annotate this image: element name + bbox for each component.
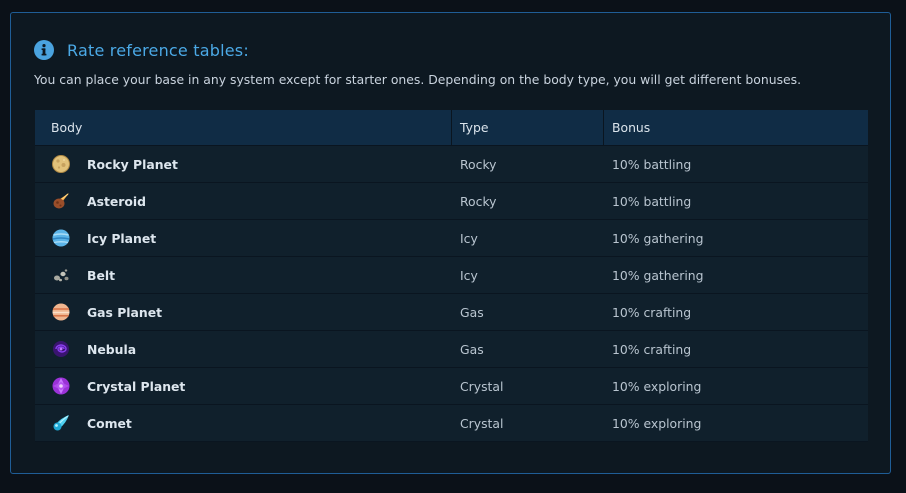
bonus-cell: 10% gathering (612, 267, 704, 283)
body-name: Nebula (87, 341, 137, 357)
table-row-rocky-planet: Rocky Planet Rocky 10% battling (35, 146, 868, 183)
table-header: Body Type Bonus (35, 110, 868, 146)
bonus-cell: 10% crafting (612, 304, 692, 320)
bonus-cell: 10% battling (612, 193, 692, 209)
type-cell: Rocky (460, 193, 497, 209)
table-body: Rocky Planet Rocky 10% battling Asteroid… (35, 146, 868, 442)
column-header-bonus: Bonus (612, 120, 651, 135)
bonus-cell: 10% gathering (612, 230, 704, 246)
body-cell: Belt (35, 257, 452, 293)
bonus-cell: 10% battling (612, 156, 692, 172)
belt-icon (51, 265, 71, 285)
gas-planet-icon (51, 302, 71, 322)
body-cell: Asteroid (35, 183, 452, 219)
rocky-planet-icon (51, 154, 71, 174)
rate-reference-panel: Rate reference tables: You can place you… (10, 12, 891, 474)
column-header-type: Type (452, 110, 604, 145)
bonus-cell: 10% crafting (612, 341, 692, 357)
table-row-crystal-planet: Crystal Planet Crystal 10% exploring (35, 368, 868, 405)
table-row-belt: Belt Icy 10% gathering (35, 257, 868, 294)
body-cell: Rocky Planet (35, 146, 452, 182)
rate-table: Body Type Bonus Rocky Planet Rocky 10% b… (35, 110, 868, 442)
column-header-body: Body (35, 110, 452, 145)
body-name: Crystal Planet (87, 378, 186, 394)
info-icon (34, 40, 54, 60)
type-cell: Gas (460, 341, 484, 357)
table-row-gas-planet: Gas Planet Gas 10% crafting (35, 294, 868, 331)
table-row-nebula: Nebula Gas 10% crafting (35, 331, 868, 368)
table-row-icy-planet: Icy Planet Icy 10% gathering (35, 220, 868, 257)
panel-title: Rate reference tables: (67, 40, 249, 60)
body-name: Rocky Planet (87, 156, 178, 172)
type-cell: Crystal (460, 415, 504, 431)
table-row-asteroid: Asteroid Rocky 10% battling (35, 183, 868, 220)
icy-planet-icon (51, 228, 71, 248)
type-cell: Crystal (460, 378, 504, 394)
body-name: Comet (87, 415, 132, 431)
body-name: Icy Planet (87, 230, 157, 246)
body-cell: Icy Planet (35, 220, 452, 256)
body-name: Asteroid (87, 193, 147, 209)
table-row-comet: Comet Crystal 10% exploring (35, 405, 868, 442)
bonus-cell: 10% exploring (612, 378, 702, 394)
body-name: Gas Planet (87, 304, 163, 320)
body-cell: Gas Planet (35, 294, 452, 330)
type-cell: Icy (460, 267, 478, 283)
body-cell: Crystal Planet (35, 368, 452, 404)
body-cell: Nebula (35, 331, 452, 367)
crystal-planet-icon (51, 376, 71, 396)
body-name: Belt (87, 267, 116, 283)
panel-description: You can place your base in any system ex… (34, 72, 802, 87)
type-cell: Rocky (460, 156, 497, 172)
comet-icon (51, 413, 71, 433)
panel-header: Rate reference tables: (34, 40, 249, 60)
asteroid-icon (51, 191, 71, 211)
body-cell: Comet (35, 405, 452, 441)
type-cell: Gas (460, 304, 484, 320)
type-cell: Icy (460, 230, 478, 246)
nebula-icon (51, 339, 71, 359)
bonus-cell: 10% exploring (612, 415, 702, 431)
